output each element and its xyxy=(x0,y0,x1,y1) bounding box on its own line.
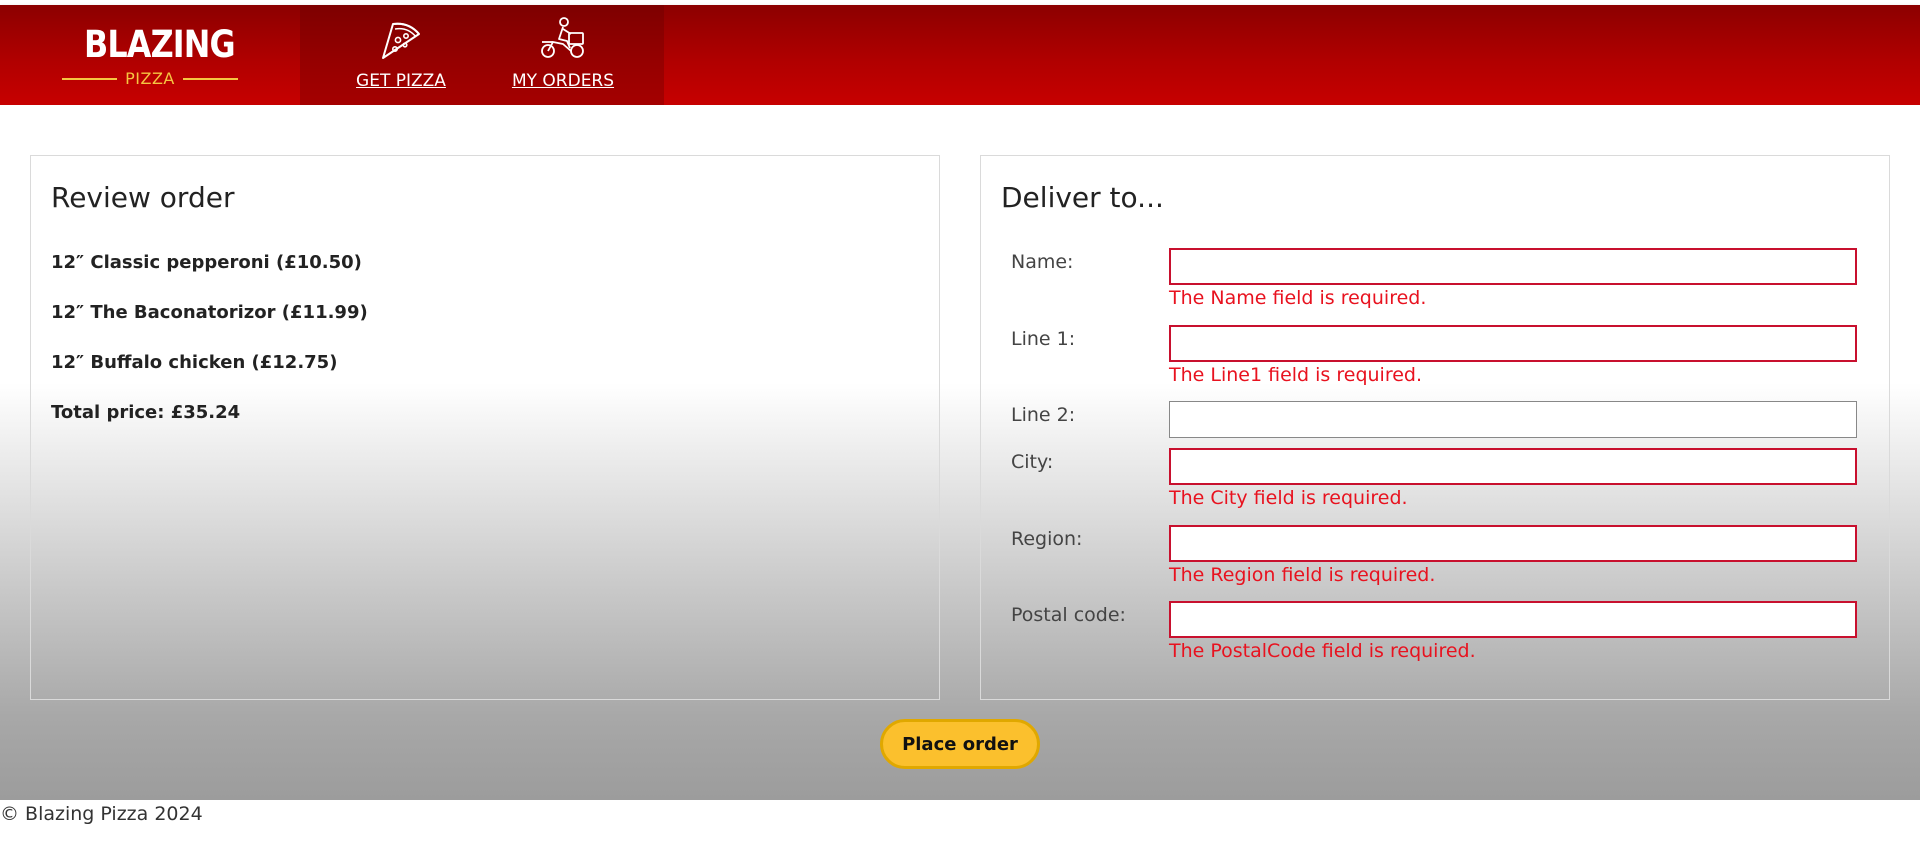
order-item: 12″ Classic pepperoni (£10.50) xyxy=(51,252,362,273)
delivery-scooter-icon xyxy=(539,17,587,61)
postal-code-error: The PostalCode field is required. xyxy=(1169,640,1476,662)
logo-subtitle-text: PIZZA xyxy=(125,69,175,88)
place-order-button[interactable]: Place order xyxy=(880,719,1040,769)
line1-field[interactable] xyxy=(1169,325,1857,362)
logo-line-left xyxy=(62,77,118,80)
pizza-slice-icon xyxy=(379,17,423,61)
copyright-text: © Blazing Pizza 2024 xyxy=(0,803,203,825)
deliver-to-panel: Deliver to... Name: The Name field is re… xyxy=(980,155,1890,700)
name-field[interactable] xyxy=(1169,248,1857,285)
logo[interactable]: BLAZING PIZZA xyxy=(0,5,300,105)
total-price: Total price: £35.24 xyxy=(51,402,241,423)
checkout-main: Review order 12″ Classic pepperoni (£10.… xyxy=(0,105,1920,800)
review-order-panel: Review order 12″ Classic pepperoni (£10.… xyxy=(30,155,940,700)
logo-subtitle: PIZZA xyxy=(62,69,239,88)
deliver-to-title: Deliver to... xyxy=(1001,181,1164,214)
line1-error: The Line1 field is required. xyxy=(1169,364,1423,386)
nav-my-orders[interactable]: MY ORDERS xyxy=(500,5,626,105)
city-label: City: xyxy=(1011,451,1054,473)
city-field[interactable] xyxy=(1169,448,1857,485)
order-item: 12″ The Baconatorizor (£11.99) xyxy=(51,302,368,323)
name-label: Name: xyxy=(1011,251,1074,273)
logo-line-right xyxy=(182,77,239,80)
nav-get-pizza[interactable]: GET PIZZA xyxy=(338,5,464,105)
nav-get-pizza-label: GET PIZZA xyxy=(356,71,446,91)
postal-code-label: Postal code: xyxy=(1011,604,1126,626)
top-bar: BLAZING PIZZA GET PIZZA MY ORDERS xyxy=(0,5,1920,105)
region-error: The Region field is required. xyxy=(1169,564,1436,586)
city-error: The City field is required. xyxy=(1169,487,1408,509)
review-order-title: Review order xyxy=(51,181,235,214)
footer: © Blazing Pizza 2024 xyxy=(0,800,1920,850)
postal-code-field[interactable] xyxy=(1169,601,1857,638)
line2-field[interactable] xyxy=(1169,401,1857,438)
name-error: The Name field is required. xyxy=(1169,287,1427,309)
line1-label: Line 1: xyxy=(1011,328,1076,350)
region-field[interactable] xyxy=(1169,525,1857,562)
region-label: Region: xyxy=(1011,528,1083,550)
order-item: 12″ Buffalo chicken (£12.75) xyxy=(51,352,338,373)
nav-my-orders-label: MY ORDERS xyxy=(511,71,615,91)
main-nav: GET PIZZA MY ORDERS xyxy=(300,5,664,105)
line2-label: Line 2: xyxy=(1011,404,1076,426)
logo-title: BLAZING xyxy=(84,23,236,66)
